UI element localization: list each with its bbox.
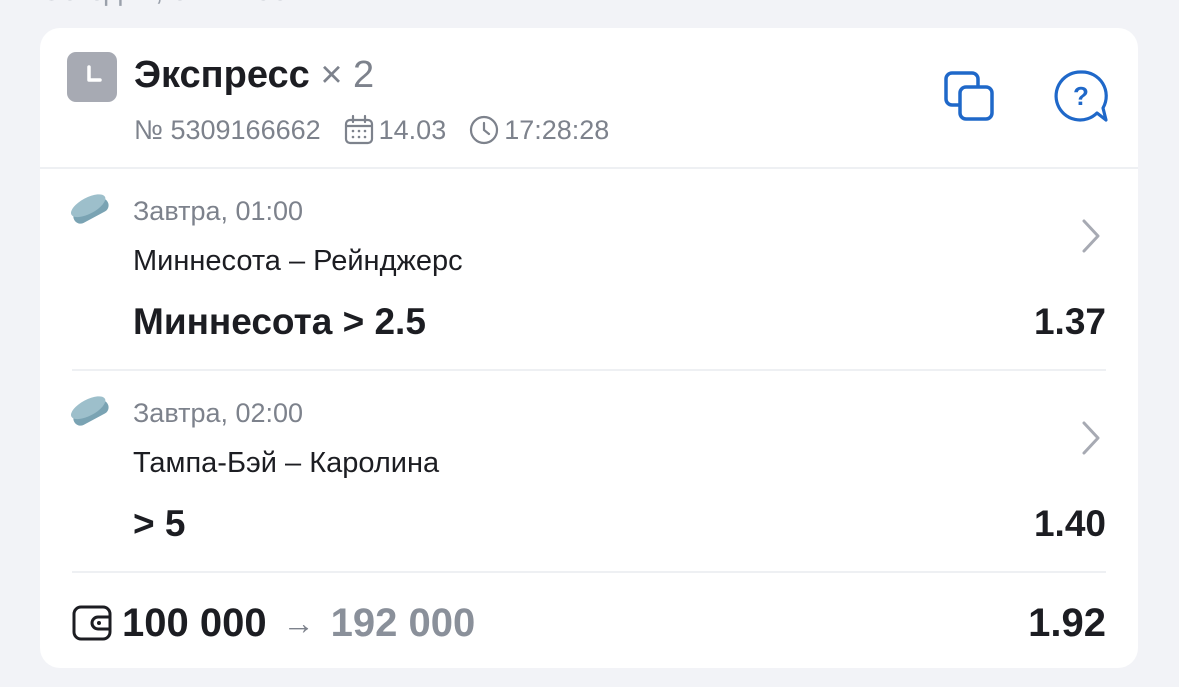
copy-icon bbox=[944, 71, 994, 121]
stake-amount: 100 000 bbox=[122, 601, 267, 645]
total-odds: 1.92 bbox=[1028, 601, 1106, 645]
arrow-right-icon: → bbox=[282, 605, 315, 641]
bet-card: Экспресс × 2 № 5309166662 14.03 17:28:28… bbox=[40, 28, 1138, 668]
event-teams: Миннесота – Рейнджерс bbox=[133, 245, 463, 277]
bet-number: № 5309166662 bbox=[134, 115, 321, 145]
calendar-icon bbox=[343, 114, 375, 146]
wallet-icon bbox=[72, 603, 114, 643]
hockey-puck-icon bbox=[68, 393, 114, 433]
event-selection: > 5 bbox=[133, 503, 186, 544]
hockey-puck-icon bbox=[68, 191, 114, 231]
bet-time: 17:28:28 bbox=[504, 115, 610, 145]
help-button[interactable]: ? bbox=[1053, 68, 1109, 124]
bet-meta: № 5309166662 14.03 17:28:28 bbox=[134, 112, 609, 148]
bet-count: × 2 bbox=[320, 54, 375, 96]
event-teams: Тампа-Бэй – Каролина bbox=[133, 447, 440, 479]
event-odds: 1.40 bbox=[1033, 503, 1106, 544]
pending-clock-icon bbox=[67, 52, 117, 102]
event-time: Завтра, 01:00 bbox=[133, 196, 304, 226]
chevron-right-icon[interactable] bbox=[1078, 419, 1104, 457]
bet-footer: 100 000 → 192 000 1.92 bbox=[72, 573, 1106, 669]
event-row[interactable]: Завтра, 02:00 Тампа-Бэй – Каролина > 5 1… bbox=[70, 371, 1106, 573]
bet-header: Экспресс × 2 № 5309166662 14.03 17:28:28… bbox=[40, 28, 1138, 169]
stake-summary: 100 000 → 192 000 bbox=[122, 599, 475, 647]
svg-text:?: ? bbox=[1073, 81, 1089, 111]
bet-type: Экспресс bbox=[134, 54, 310, 96]
event-row[interactable]: Завтра, 01:00 Миннесота – Рейнджерс Минн… bbox=[70, 169, 1106, 371]
event-time: Завтра, 02:00 bbox=[133, 398, 304, 428]
bet-title: Экспресс × 2 bbox=[134, 50, 374, 100]
question-bubble-icon: ? bbox=[1054, 70, 1108, 122]
bet-date: 14.03 bbox=[378, 115, 447, 145]
potential-payout: 192 000 bbox=[330, 601, 476, 645]
chevron-right-icon[interactable] bbox=[1078, 217, 1104, 255]
event-selection: Миннесота > 2.5 bbox=[133, 301, 426, 342]
copy-button[interactable] bbox=[941, 68, 997, 124]
event-odds: 1.37 bbox=[1033, 301, 1106, 342]
clock-icon bbox=[468, 114, 500, 146]
previous-section-header: Сегодня, 04:44:08 bbox=[40, 0, 288, 8]
